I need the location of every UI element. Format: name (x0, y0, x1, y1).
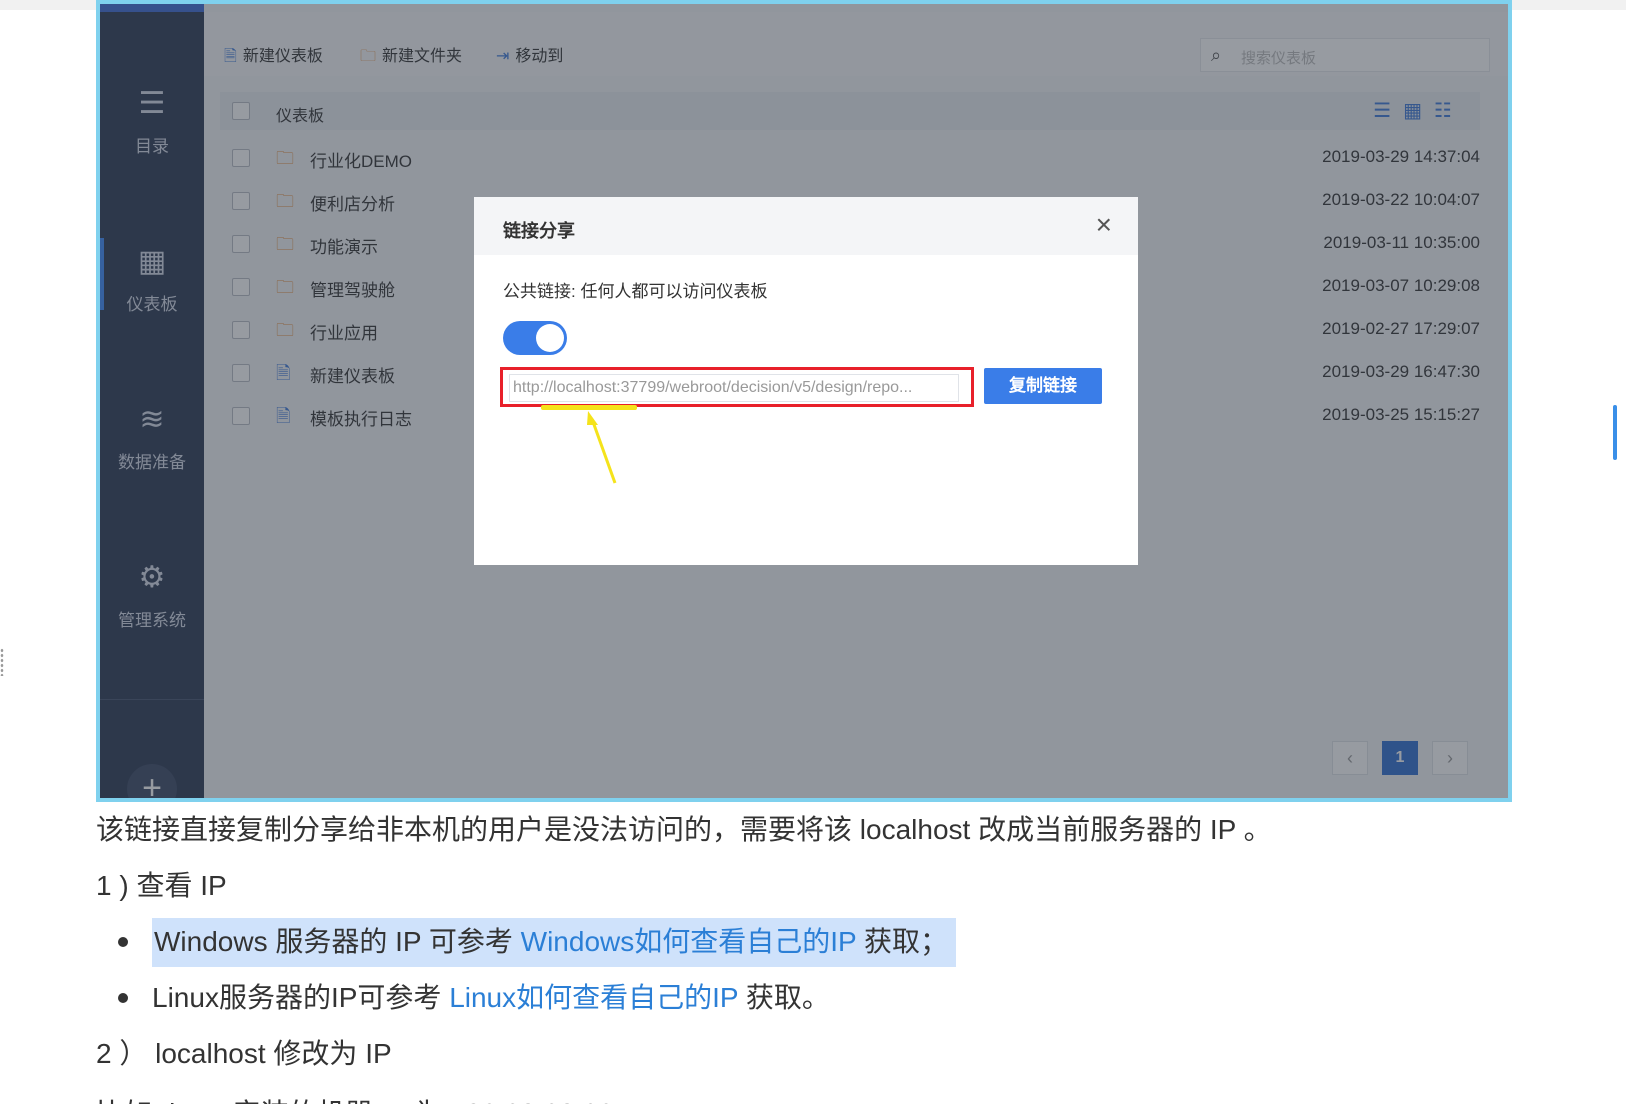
bullet-text: Linux服务器的IP可参考 (152, 982, 450, 1013)
share-link-field[interactable]: http://localhost:37799/webroot/decision/… (509, 374, 959, 402)
dialog-title: 链接分享 (503, 221, 575, 241)
public-link-description: 公共链接: 任何人都可以访问仪表板 (503, 282, 768, 301)
article-paragraph-cutoff: 比如FineBI安装的机器 IP 为 192.30.20.224 (96, 1092, 629, 1104)
linux-ip-link[interactable]: Linux如何查看自己的IP (449, 982, 738, 1013)
public-link-toggle[interactable] (503, 321, 567, 355)
toggle-knob (536, 324, 564, 352)
bullet-icon (118, 992, 128, 1003)
step-heading-2: 2 ） localhost 修改为 IP (96, 1038, 392, 1069)
share-link-dialog: 链接分享 × 公共链接: 任何人都可以访问仪表板 http://localhos… (474, 197, 1138, 565)
list-item-linux: Linux服务器的IP可参考 Linux如何查看自己的IP 获取。 (118, 976, 830, 1016)
drag-grip-icon[interactable] (0, 648, 4, 676)
bullet-text: 获取。 (738, 982, 830, 1013)
scroll-marker[interactable] (1613, 405, 1617, 460)
bullet-icon (118, 936, 128, 947)
copy-link-button[interactable]: 复制链接 (984, 368, 1102, 404)
annotation-arrow-icon (587, 411, 617, 484)
bullet-text: 获取； (856, 926, 948, 957)
bullet-text: Windows 服务器的 IP 可参考 (154, 926, 521, 957)
close-icon[interactable]: × (1096, 210, 1112, 240)
selected-text-highlight: Windows 服务器的 IP 可参考 Windows如何查看自己的IP 获取； (152, 918, 956, 967)
step-heading-1: 1 ) 查看 IP (96, 870, 227, 901)
windows-ip-link[interactable]: Windows如何查看自己的IP (521, 926, 857, 957)
dialog-header: 链接分享 × (474, 197, 1138, 255)
list-item-windows: Windows 服务器的 IP 可参考 Windows如何查看自己的IP 获取； (118, 918, 956, 967)
embedded-screenshot: ☰ 目录 ▦ 仪表板 ≋ 数据准备 ⚙ 管理系统 + 🗎新建仪表板 🗀新建文件夹… (96, 0, 1512, 802)
article-paragraph: 该链接直接复制分享给非本机的用户是没法访问的，需要将该 localhost 改成… (96, 814, 1272, 845)
link-highlight-box: http://localhost:37799/webroot/decision/… (500, 367, 974, 407)
